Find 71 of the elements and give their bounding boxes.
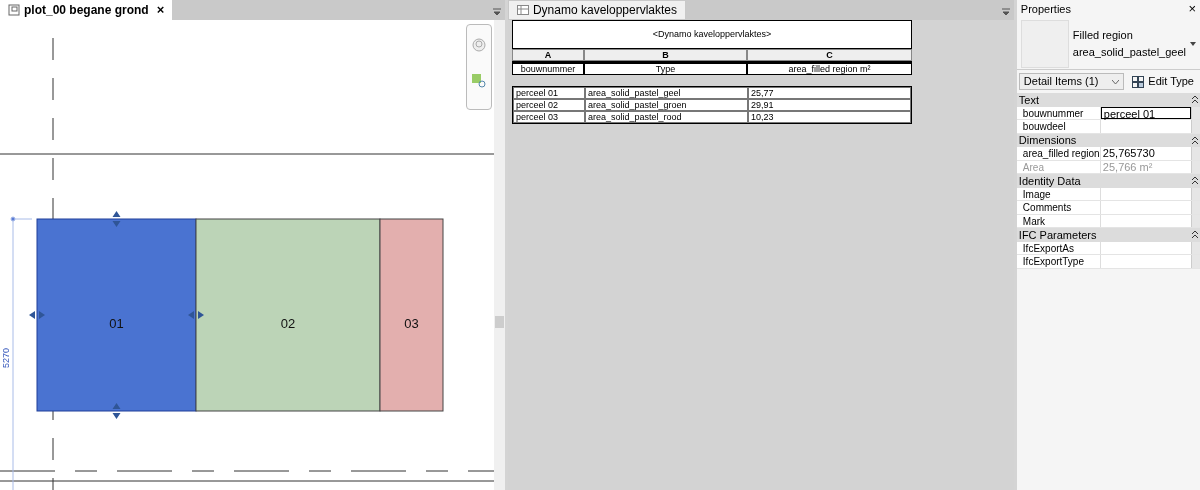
view-tab[interactable]: plot_00 begane grond × (0, 0, 173, 20)
zoom-icon[interactable] (470, 73, 487, 89)
field-button[interactable] (1191, 120, 1200, 133)
table-cell: area_solid_pastel_geel (584, 87, 748, 99)
field-button[interactable] (1191, 147, 1200, 160)
property-label: Area (1016, 160, 1101, 173)
tab-title: plot_00 begane grond (24, 2, 149, 19)
table-cell: perceel 02 (512, 99, 585, 111)
close-icon[interactable]: × (156, 0, 165, 20)
column-header: area_filled region m² (746, 63, 912, 75)
property-label: Mark (1016, 214, 1101, 227)
column-header: bouwnummer (511, 63, 584, 75)
filter-dropdown[interactable]: Detail Items (1) (1018, 73, 1125, 90)
property-label: IfcExportType (1016, 255, 1101, 268)
column-letter[interactable]: B (583, 49, 747, 61)
dimension-text: 5270 (1, 347, 11, 368)
tab-title: Dynamo kaveloppervlaktes (532, 2, 677, 19)
group-header[interactable]: Identity Data (1016, 174, 1200, 188)
type-selector[interactable]: Filled region area_solid_pastel_geel (1016, 18, 1200, 70)
table-cell: area_solid_pastel_groen (584, 99, 748, 111)
column-header: Type (583, 63, 747, 75)
chevron-icon (1112, 79, 1120, 84)
table-cell: 29,91 (747, 99, 911, 111)
table-cell: 25,77 (747, 87, 911, 99)
region-label: 01 (109, 316, 124, 331)
view-tab[interactable]: Dynamo kaveloppervlaktes (507, 0, 686, 20)
schedule-title: <Dynamo kaveloppervlaktes> (511, 20, 912, 49)
dropdown-icon[interactable] (492, 8, 501, 16)
collapse-icon[interactable] (1192, 96, 1198, 104)
property-value-field[interactable]: perceel 01 (1100, 106, 1191, 119)
caret-icon (1190, 41, 1196, 46)
type-name: area_solid_pastel_geel (1072, 44, 1186, 60)
property-label: bouwnummer (1016, 106, 1101, 119)
panel-title: Properties (1020, 1, 1071, 17)
collapse-icon[interactable] (1192, 231, 1198, 239)
field-button[interactable] (1191, 106, 1200, 119)
table-cell: 10,23 (747, 111, 911, 123)
property-value-field[interactable]: 25,765730 (1100, 147, 1191, 160)
field-button[interactable] (1191, 187, 1200, 200)
field-button[interactable] (1191, 160, 1200, 173)
edit-type-button[interactable]: Edit Type (1128, 73, 1198, 90)
filled-region[interactable] (379, 218, 444, 412)
close-icon[interactable]: × (1188, 0, 1196, 19)
collapse-icon[interactable] (1192, 136, 1198, 144)
group-header[interactable]: Text (1016, 93, 1200, 107)
table-cell: area_solid_pastel_rood (584, 111, 748, 123)
region-label: 02 (280, 316, 296, 331)
field-button[interactable] (1191, 241, 1200, 254)
collapse-icon[interactable] (1192, 177, 1198, 185)
table-cell: perceel 03 (512, 111, 585, 123)
property-label: area_filled region (1016, 147, 1101, 160)
type-preview (1020, 19, 1069, 68)
group-header[interactable]: IFC Parameters (1016, 228, 1200, 242)
family-name: Filled region (1072, 28, 1134, 43)
property-label: bouwdeel (1016, 120, 1101, 133)
region-label: 03 (404, 316, 419, 331)
edit-type-icon (1132, 75, 1145, 88)
table-cell: perceel 01 (512, 87, 585, 99)
property-label: Image (1016, 187, 1101, 200)
vertical-scrollbar[interactable] (493, 20, 505, 490)
steering-wheel-icon[interactable] (470, 37, 487, 53)
field-button[interactable] (1191, 255, 1200, 268)
floor-plan-icon (8, 4, 20, 16)
column-letter[interactable]: C (746, 49, 912, 61)
property-value-field: 25,766 m² (1100, 160, 1191, 173)
property-label: IfcExportAs (1016, 241, 1101, 254)
table-icon (516, 5, 529, 15)
dropdown-icon[interactable] (1001, 8, 1010, 16)
field-button[interactable] (1191, 214, 1200, 227)
property-label: Comments (1016, 201, 1101, 214)
column-letter[interactable]: A (511, 49, 584, 61)
